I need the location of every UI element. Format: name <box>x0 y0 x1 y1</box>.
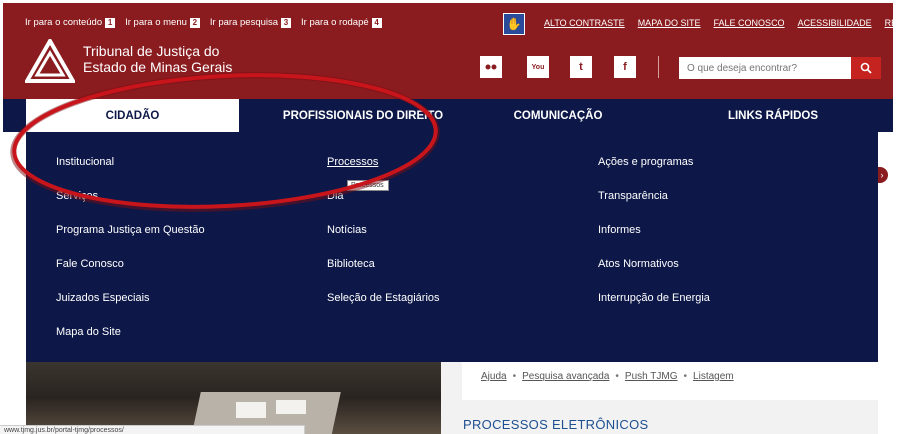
skip-to-search-link[interactable]: Ir para pesquisa 3 <box>209 17 292 28</box>
facebook-glyph: f <box>623 61 627 73</box>
tab-cidadao[interactable]: CIDADÃO <box>26 99 239 132</box>
accessibility-vlibras-icon[interactable]: ✋ <box>503 13 525 35</box>
tab-profissionais-do-direito[interactable]: PROFISSIONAIS DO DIREITO <box>248 99 478 132</box>
skip-to-content-link[interactable]: Ir para o conteúdo 1 <box>25 17 116 28</box>
search-icon <box>860 62 872 74</box>
advanced-search-link[interactable]: Pesquisa avançada <box>522 371 609 382</box>
menu-item-diario[interactable]: Diá <box>327 190 344 202</box>
high-contrast-link[interactable]: ALTO CONTRASTE <box>544 18 625 28</box>
menu-item-interrupcao-energia[interactable]: Interrupção de Energia <box>598 292 710 304</box>
push-tjmg-link[interactable]: Push TJMG <box>625 371 678 382</box>
logo-text: Tribunal de Justiça do Estado de Minas G… <box>83 43 232 75</box>
flickr-icon[interactable] <box>480 56 502 78</box>
search-input[interactable] <box>679 57 851 79</box>
flickr-dots-icon <box>485 64 497 70</box>
process-sub-links: Ajuda • Pesquisa avançada • Push TJMG • … <box>481 371 734 382</box>
twitter-icon[interactable]: t <box>570 56 592 78</box>
menu-item-servicos[interactable]: Serviços <box>56 190 98 202</box>
menu-item-fale-conosco[interactable]: Fale Conosco <box>56 258 124 270</box>
menu-item-institucional[interactable]: Institucional <box>56 156 114 168</box>
help-link[interactable]: Ajuda <box>481 371 507 382</box>
youtube-glyph: You <box>531 63 545 71</box>
skip-to-menu-link[interactable]: Ir para o menu 2 <box>125 17 200 28</box>
section-title: PROCESSOS ELETRÔNICOS <box>463 417 649 432</box>
page: Ir para o conteúdo 1 Ir para o menu 2 Ir… <box>0 0 901 434</box>
cidadao-dropdown-menu: Institucional Serviços Programa Justiça … <box>26 132 878 362</box>
separator: • <box>512 371 517 382</box>
shortcut-badge: 3 <box>281 17 292 28</box>
facebook-icon[interactable]: f <box>614 56 636 78</box>
separator: • <box>615 371 619 382</box>
logo-line-1: Tribunal de Justiça do <box>83 43 220 59</box>
listing-link[interactable]: Listagem <box>693 371 734 382</box>
tab-comunicacao[interactable]: COMUNICAÇÃO <box>483 99 633 132</box>
skip-link-label: Ir para o conteúdo <box>25 17 103 28</box>
skip-to-footer-link[interactable]: Ir para o rodapé 4 <box>301 17 382 28</box>
tab-links-rapidos[interactable]: LINKS RÁPIDOS <box>703 99 843 132</box>
menu-item-transparencia[interactable]: Transparência <box>598 190 668 202</box>
tjmg-logo[interactable]: Tribunal de Justiça do Estado de Minas G… <box>23 36 235 85</box>
page-background-left <box>3 132 26 434</box>
header-divider <box>658 56 659 78</box>
separator: • <box>683 371 688 382</box>
menu-item-programa-justica[interactable]: Programa Justiça em Questão <box>56 224 205 236</box>
shortcut-badge: 2 <box>189 17 200 28</box>
skip-link-label: Ir para o rodapé <box>301 17 369 28</box>
top-utility-links: ALTO CONTRASTE MAPA DO SITE FALE CONOSCO… <box>544 18 901 28</box>
tooltip: Processos <box>347 180 389 191</box>
rede-tjmg-link[interactable]: REDE TJMG <box>885 18 901 28</box>
menu-item-juizados[interactable]: Juizados Especiais <box>56 292 150 304</box>
paper-shape <box>236 402 266 418</box>
contact-link[interactable]: FALE CONOSCO <box>714 18 785 28</box>
menu-item-mapa-do-site[interactable]: Mapa do Site <box>56 326 121 338</box>
menu-item-acoes-programas[interactable]: Ações e programas <box>598 156 693 168</box>
menu-item-processos[interactable]: Processos <box>327 156 378 168</box>
accessibility-link[interactable]: ACESSIBILIDADE <box>798 18 872 28</box>
search-button[interactable] <box>851 57 881 79</box>
main-nav: CIDADÃO PROFISSIONAIS DO DIREITO COMUNIC… <box>3 99 893 132</box>
paper-shape <box>276 400 306 414</box>
youtube-icon[interactable]: You <box>527 56 549 78</box>
logo-line-2: Estado de Minas Gerais <box>83 59 233 75</box>
courtroom-photo <box>26 362 441 434</box>
menu-item-atos-normativos[interactable]: Atos Normativos <box>598 258 679 270</box>
skip-links: Ir para o conteúdo 1 Ir para o menu 2 Ir… <box>25 17 382 28</box>
site-map-link[interactable]: MAPA DO SITE <box>638 18 701 28</box>
menu-item-selecao-estagiarios[interactable]: Seleção de Estagiários <box>327 292 440 304</box>
shortcut-badge: 1 <box>105 17 116 28</box>
skip-link-label: Ir para pesquisa <box>209 17 279 28</box>
menu-item-biblioteca[interactable]: Biblioteca <box>327 258 375 270</box>
twitter-glyph: t <box>579 61 583 73</box>
triangle-logo-icon <box>23 36 77 83</box>
menu-item-noticias[interactable]: Notícias <box>327 224 367 236</box>
skip-link-label: Ir para o menu <box>125 17 187 28</box>
menu-item-informes[interactable]: Informes <box>598 224 641 236</box>
browser-status-url: www.tjmg.jus.br/portal-tjmg/processos/ <box>0 425 305 434</box>
shortcut-badge: 4 <box>371 17 382 28</box>
site-header: Ir para o conteúdo 1 Ir para o menu 2 Ir… <box>3 3 901 99</box>
